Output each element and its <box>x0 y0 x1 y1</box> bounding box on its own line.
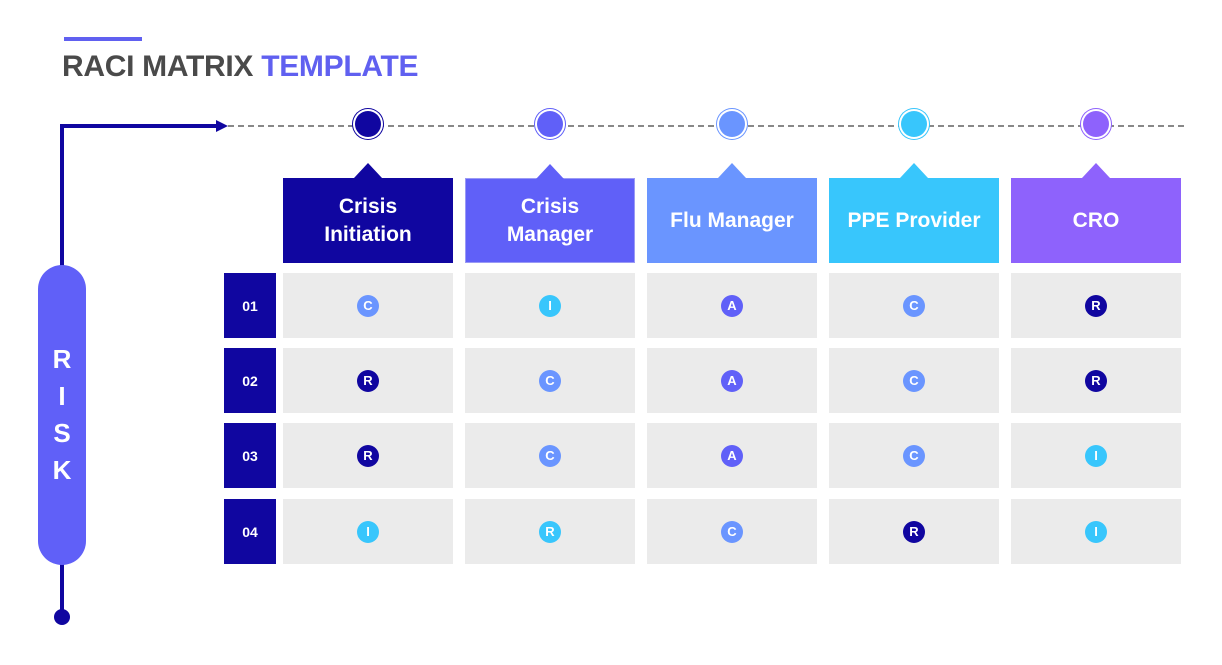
column-header-label: PPE Provider <box>847 208 981 232</box>
raci-badge-i: I <box>1085 444 1107 467</box>
raci-badge-c: C <box>903 294 925 317</box>
row-number: 03 <box>224 423 276 488</box>
matrix-cell: R <box>283 423 453 488</box>
column-header-label: Crisis Manager <box>506 194 594 246</box>
raci-badge-r: R <box>1085 294 1107 317</box>
row-number: 04 <box>224 499 276 564</box>
raci-badge-r: R <box>357 444 379 467</box>
column-header: Crisis Initiation <box>283 178 453 263</box>
matrix-cell: R <box>1011 273 1181 338</box>
raci-badge-r: R <box>1085 369 1107 392</box>
title-highlight: TEMPLATE <box>261 50 419 83</box>
column-header-label: CRO <box>1072 208 1120 232</box>
raci-badge-c: C <box>903 444 925 467</box>
risk-label-pill: RISK <box>38 265 86 565</box>
column-header: Flu Manager <box>647 178 817 263</box>
raci-badge-c: C <box>539 369 561 392</box>
matrix-cell: I <box>1011 499 1181 564</box>
timeline-node <box>719 111 745 137</box>
matrix-cell: C <box>283 273 453 338</box>
connector-horizontal <box>60 124 218 128</box>
column-header: PPE Provider <box>829 178 999 263</box>
risk-letter: I <box>58 381 66 411</box>
matrix-cell: C <box>465 348 635 413</box>
raci-badge-a: A <box>721 294 743 317</box>
arrow-right-icon <box>216 120 228 132</box>
matrix-cell: I <box>1011 423 1181 488</box>
risk-letter: R <box>52 344 72 374</box>
matrix-cell: A <box>647 348 817 413</box>
matrix-cell: R <box>465 499 635 564</box>
row-number: 01 <box>224 273 276 338</box>
row-number: 02 <box>224 348 276 413</box>
timeline-node <box>1083 111 1109 137</box>
timeline-node <box>355 111 381 137</box>
connector-end-dot <box>54 609 70 625</box>
timeline-node <box>537 111 563 137</box>
risk-letter: S <box>53 418 71 448</box>
raci-badge-c: C <box>903 369 925 392</box>
column-header-label: Crisis Initiation <box>324 194 412 246</box>
matrix-cell: R <box>283 348 453 413</box>
raci-badge-c: C <box>721 520 743 543</box>
matrix-cell: A <box>647 423 817 488</box>
raci-badge-a: A <box>721 444 743 467</box>
raci-badge-r: R <box>357 369 379 392</box>
raci-badge-r: R <box>539 520 561 543</box>
risk-letter: K <box>52 455 72 485</box>
raci-badge-r: R <box>903 520 925 543</box>
connector-vertical-top <box>60 124 64 266</box>
page-title: RACI MATRIX TEMPLATE <box>62 50 419 84</box>
raci-badge-a: A <box>721 369 743 392</box>
raci-badge-i: I <box>539 294 561 317</box>
column-header: Crisis Manager <box>465 178 635 263</box>
matrix-cell: I <box>283 499 453 564</box>
column-header-label: Flu Manager <box>670 208 794 232</box>
matrix-cell: C <box>647 499 817 564</box>
connector-vertical-bottom <box>60 564 64 614</box>
matrix-cell: R <box>1011 348 1181 413</box>
raci-badge-c: C <box>357 294 379 317</box>
matrix-cell: C <box>829 348 999 413</box>
title-accent-bar <box>64 37 142 41</box>
title-main: RACI MATRIX <box>62 50 254 83</box>
matrix-cell: C <box>829 273 999 338</box>
column-header: CRO <box>1011 178 1181 263</box>
timeline-node <box>901 111 927 137</box>
matrix-cell: A <box>647 273 817 338</box>
matrix-cell: R <box>829 499 999 564</box>
raci-badge-i: I <box>1085 520 1107 543</box>
raci-badge-c: C <box>539 444 561 467</box>
matrix-cell: C <box>829 423 999 488</box>
matrix-cell: I <box>465 273 635 338</box>
matrix-cell: C <box>465 423 635 488</box>
raci-badge-i: I <box>357 520 379 543</box>
